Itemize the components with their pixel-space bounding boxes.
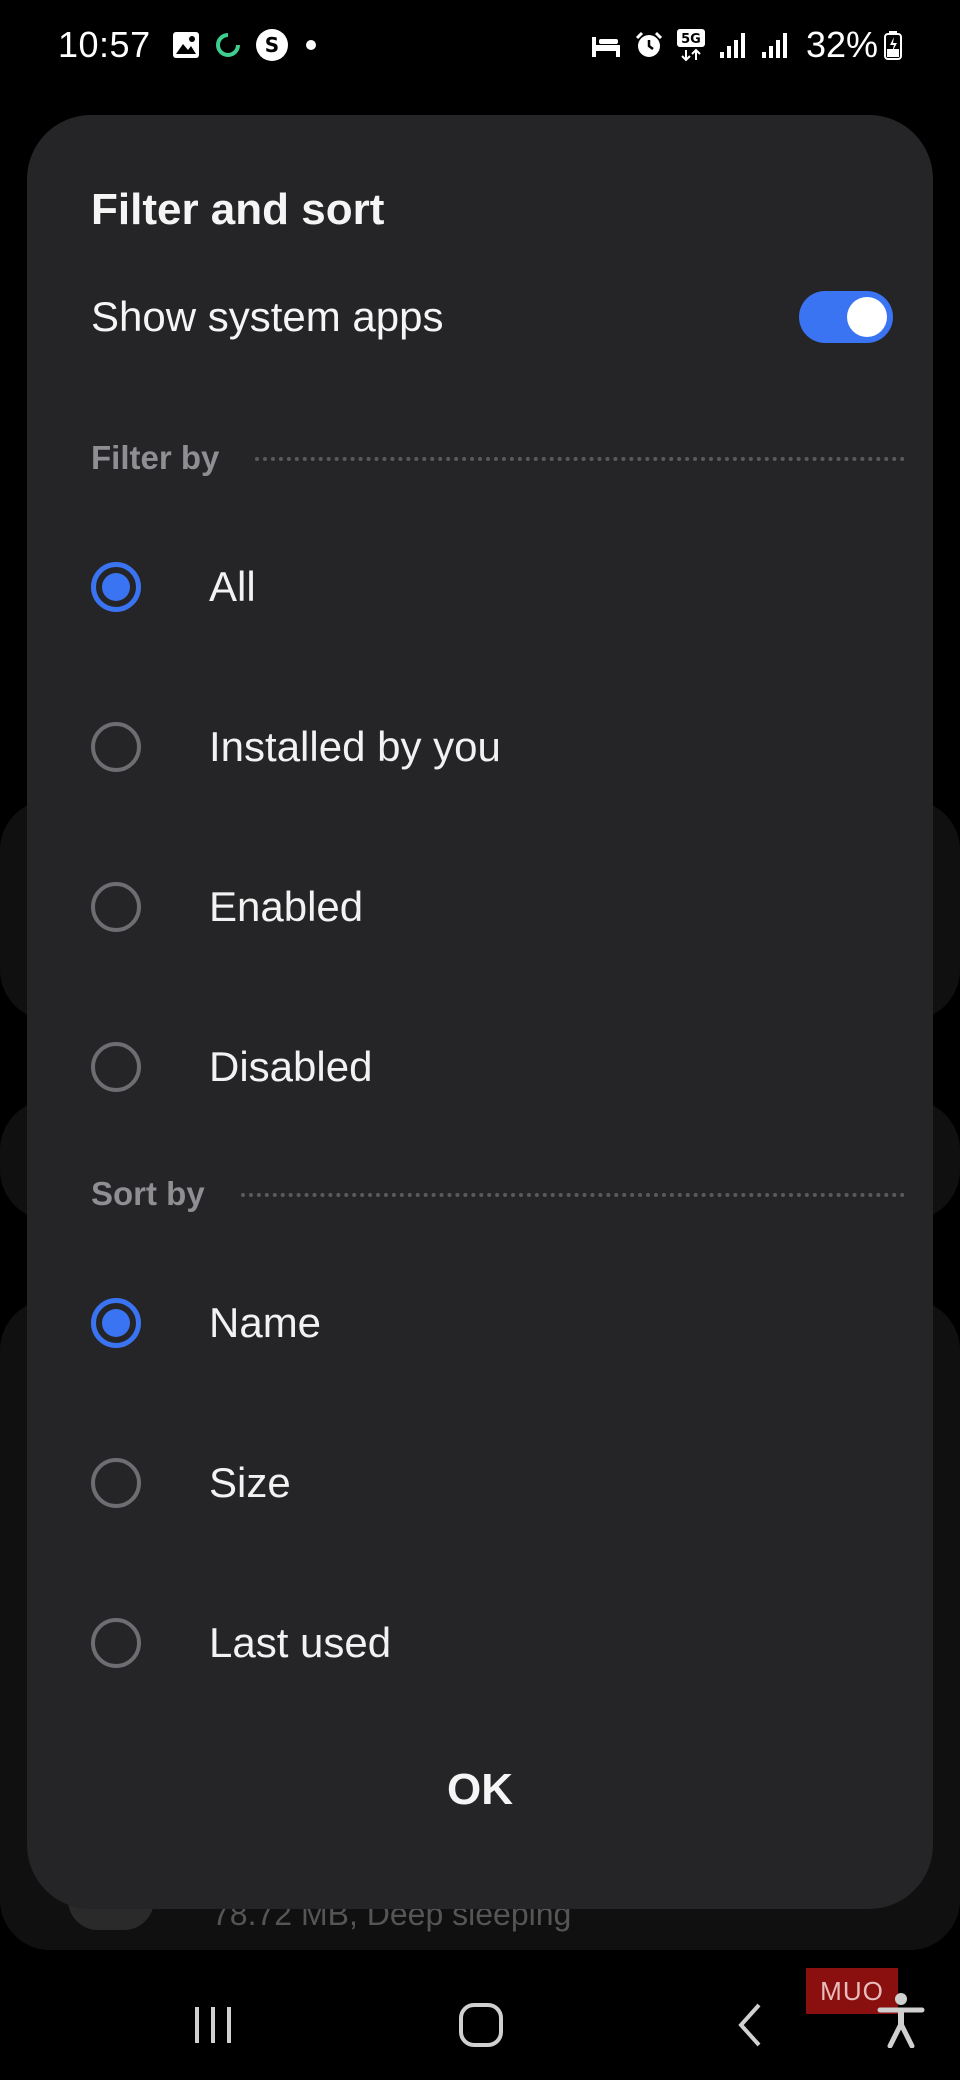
5g-text: 5G xyxy=(681,32,701,47)
back-button[interactable] xyxy=(716,1990,786,2060)
dialog-title: Filter and sort xyxy=(91,185,385,234)
option-label: Installed by you xyxy=(209,723,501,770)
radio-button[interactable] xyxy=(91,1042,141,1092)
filter-by-label: Filter by xyxy=(91,439,220,476)
sort-by-label: Sort by xyxy=(91,1175,205,1212)
recent-apps-icon xyxy=(195,2007,231,2043)
dot-icon xyxy=(301,35,321,55)
sort-option-name[interactable]: Name xyxy=(91,1268,899,1378)
status-bar: 10:57 S 5G 32% xyxy=(0,0,960,90)
sort-option-size[interactable]: Size xyxy=(91,1428,899,1538)
home-icon xyxy=(459,2003,503,2047)
option-label: Name xyxy=(209,1299,322,1346)
option-label: Size xyxy=(209,1459,291,1506)
ok-button[interactable]: OK xyxy=(380,1745,580,1835)
filter-option-all[interactable]: All xyxy=(91,532,899,642)
5g-icon: 5G xyxy=(676,28,706,62)
recent-apps-button[interactable] xyxy=(178,1990,248,2060)
filter-sort-dialog: Filter and sort Show system apps Filter … xyxy=(27,115,933,1909)
accessibility-icon[interactable] xyxy=(876,1992,926,2053)
bed-icon xyxy=(590,31,622,59)
status-time: 10:57 xyxy=(58,24,151,65)
section-divider xyxy=(255,457,905,461)
show-system-apps-label: Show system apps xyxy=(91,293,444,340)
show-system-apps-toggle[interactable] xyxy=(799,291,893,343)
show-system-apps-row[interactable]: Show system apps xyxy=(91,277,899,357)
radio-button[interactable] xyxy=(91,722,141,772)
gallery-icon xyxy=(171,30,201,60)
sort-option-last-used[interactable]: Last used xyxy=(91,1588,899,1698)
section-divider xyxy=(240,1193,905,1197)
radio-button[interactable] xyxy=(91,1618,141,1668)
battery-icon xyxy=(884,30,902,60)
back-icon xyxy=(738,2003,761,2047)
s-app-icon: S xyxy=(255,28,289,62)
sort-by-header: Sort by xyxy=(91,1169,905,1219)
option-label: All xyxy=(209,563,256,610)
filter-by-header: Filter by xyxy=(91,433,905,483)
radio-button[interactable] xyxy=(91,1298,141,1348)
option-label: Enabled xyxy=(209,883,364,930)
radio-button[interactable] xyxy=(91,1458,141,1508)
option-label: Last used xyxy=(209,1619,392,1666)
option-label: Disabled xyxy=(209,1043,373,1090)
signal-icon xyxy=(760,30,790,60)
sync-icon xyxy=(213,30,243,60)
filter-option-installed-by-you[interactable]: Installed by you xyxy=(91,692,899,802)
radio-button[interactable] xyxy=(91,562,141,612)
battery-percent: 32% xyxy=(805,24,878,65)
svg-text:S: S xyxy=(264,33,278,57)
toggle-knob xyxy=(847,297,887,337)
home-button[interactable] xyxy=(446,1990,516,2060)
filter-option-enabled[interactable]: Enabled xyxy=(91,852,899,962)
filter-option-disabled[interactable]: Disabled xyxy=(91,1012,899,1122)
signal-icon xyxy=(718,30,748,60)
alarm-icon xyxy=(634,30,664,60)
radio-button[interactable] xyxy=(91,882,141,932)
